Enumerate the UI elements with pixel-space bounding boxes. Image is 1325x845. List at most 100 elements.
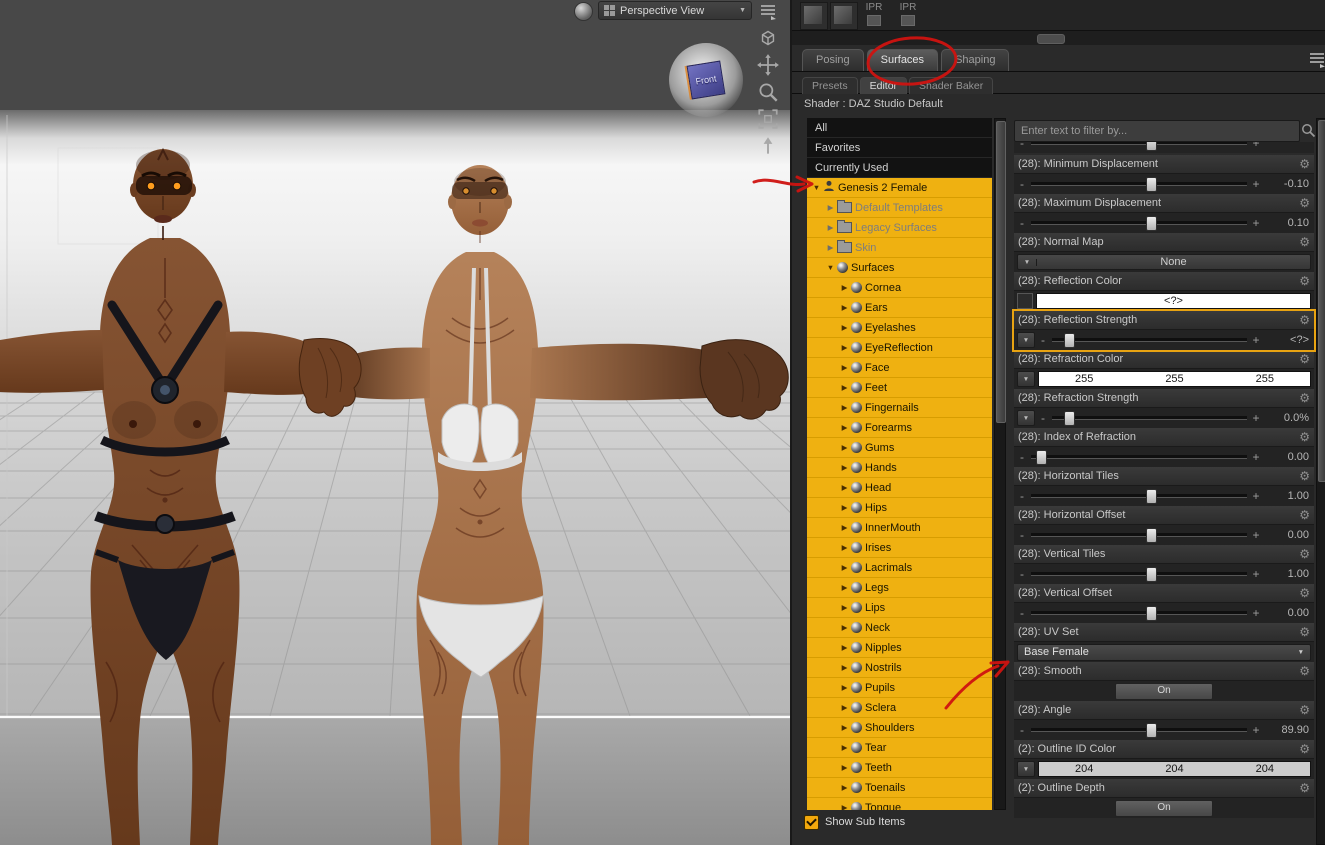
expander-down-icon[interactable]: ▼ [811, 183, 822, 192]
ipr-button-1[interactable]: IPR [858, 2, 890, 28]
slider-handle[interactable] [1145, 528, 1157, 543]
gear-icon[interactable]: ⚙ [1299, 158, 1310, 170]
parameters-scrollbar[interactable] [1316, 118, 1325, 845]
subtab-shader-baker[interactable]: Shader Baker [909, 77, 994, 94]
param-dropdown-button[interactable]: ▼ [1017, 332, 1035, 348]
tree-surface-head[interactable]: ▶ Head [807, 478, 992, 498]
slider-handle[interactable] [1145, 216, 1157, 231]
tree-surface-ears[interactable]: ▶ Ears [807, 298, 992, 318]
subtab-presets[interactable]: Presets [802, 77, 858, 94]
slider-increment[interactable]: + [1251, 142, 1261, 150]
expander-right-icon[interactable]: ▶ [839, 663, 850, 672]
gear-icon[interactable]: ⚙ [1299, 665, 1310, 677]
slider-decrement[interactable]: - [1017, 606, 1027, 620]
param-dropdown-button[interactable]: ▼ [1017, 410, 1035, 426]
expander-right-icon[interactable]: ▶ [839, 443, 850, 452]
slider-increment[interactable]: + [1251, 216, 1261, 230]
tree-filter-currently-used[interactable]: Currently Used [807, 158, 992, 178]
slider-increment[interactable]: + [1251, 528, 1261, 542]
tree-surface-hips[interactable]: ▶ Hips [807, 498, 992, 518]
slider-decrement[interactable]: - [1038, 333, 1048, 347]
tree-surface-fingernails[interactable]: ▶ Fingernails [807, 398, 992, 418]
gear-icon[interactable]: ⚙ [1299, 587, 1310, 599]
view-cube-front-face[interactable]: Front [686, 60, 726, 100]
slider-handle[interactable] [1145, 177, 1157, 192]
tree-surface-eyelashes[interactable]: ▶ Eyelashes [807, 318, 992, 338]
slider-decrement[interactable]: - [1017, 723, 1027, 737]
tab-surfaces[interactable]: Surfaces [866, 49, 939, 71]
tree-surface-sclera[interactable]: ▶ Sclera [807, 698, 992, 718]
slider-decrement[interactable]: - [1017, 177, 1027, 191]
slider-track[interactable] [1031, 606, 1247, 621]
tree-group-surfaces[interactable]: ▼ Surfaces [807, 258, 992, 278]
expander-right-icon[interactable]: ▶ [839, 363, 850, 372]
expander-right-icon[interactable]: ▶ [839, 323, 850, 332]
tree-surface-tongue[interactable]: ▶ Tongue [807, 798, 992, 810]
slider-track[interactable] [1031, 177, 1247, 192]
expander-right-icon[interactable]: ▶ [839, 583, 850, 592]
slider-decrement[interactable]: - [1017, 142, 1027, 150]
tree-surface-tear[interactable]: ▶ Tear [807, 738, 992, 758]
slider-decrement[interactable]: - [1017, 528, 1027, 542]
gear-icon[interactable]: ⚙ [1299, 509, 1310, 521]
slider-handle[interactable] [1063, 333, 1075, 348]
tree-group-legacy-surfaces[interactable]: ▶ Legacy Surfaces [807, 218, 992, 238]
scrollbar-thumb[interactable] [1318, 120, 1325, 482]
color-value-bar[interactable]: <?> [1036, 293, 1311, 309]
slider-decrement[interactable]: - [1017, 567, 1027, 581]
expander-right-icon[interactable]: ▶ [839, 763, 850, 772]
tree-surface-teeth[interactable]: ▶ Teeth [807, 758, 992, 778]
show-sub-items-checkbox[interactable] [804, 814, 819, 830]
slider-handle[interactable] [1145, 606, 1157, 621]
expander-right-icon[interactable]: ▶ [839, 643, 850, 652]
scrollbar-thumb[interactable] [1037, 34, 1065, 44]
tree-surface-nipples[interactable]: ▶ Nipples [807, 638, 992, 658]
expander-right-icon[interactable]: ▶ [839, 623, 850, 632]
gear-icon[interactable]: ⚙ [1299, 704, 1310, 716]
tree-surface-toenails[interactable]: ▶ Toenails [807, 778, 992, 798]
tree-surface-forearms[interactable]: ▶ Forearms [807, 418, 992, 438]
slider-track[interactable] [1031, 723, 1247, 738]
gear-icon[interactable]: ⚙ [1299, 743, 1310, 755]
slider-increment[interactable]: + [1251, 606, 1261, 620]
slider-track[interactable] [1031, 450, 1247, 465]
rgb-value-bar[interactable]: 255 255 255 [1038, 371, 1311, 387]
expander-right-icon[interactable]: ▶ [825, 203, 836, 212]
render-preview-button[interactable] [800, 2, 828, 30]
uv-set-select[interactable]: Base Female ▼ [1017, 643, 1311, 661]
slider-track[interactable] [1031, 489, 1247, 504]
tree-surface-lips[interactable]: ▶ Lips [807, 598, 992, 618]
tree-surface-irises[interactable]: ▶ Irises [807, 538, 992, 558]
tree-surface-eyereflection[interactable]: ▶ EyeReflection [807, 338, 992, 358]
expander-right-icon[interactable]: ▶ [839, 703, 850, 712]
subtab-editor[interactable]: Editor [859, 77, 908, 94]
tree-surface-feet[interactable]: ▶ Feet [807, 378, 992, 398]
param-dropdown-button[interactable]: ▼ [1017, 761, 1035, 777]
cube-control-icon[interactable] [756, 26, 780, 50]
tree-surface-gums[interactable]: ▶ Gums [807, 438, 992, 458]
expander-right-icon[interactable]: ▶ [839, 423, 850, 432]
tab-shaping[interactable]: Shaping [941, 49, 1010, 71]
gear-icon[interactable]: ⚙ [1299, 431, 1310, 443]
slider-increment[interactable]: + [1251, 411, 1261, 425]
tree-surface-legs[interactable]: ▶ Legs [807, 578, 992, 598]
gear-icon[interactable]: ⚙ [1299, 236, 1310, 248]
slider-increment[interactable]: + [1251, 333, 1261, 347]
tree-group-skin[interactable]: ▶ Skin [807, 238, 992, 258]
expander-right-icon[interactable]: ▶ [839, 543, 850, 552]
slider-track[interactable] [1052, 411, 1247, 426]
expander-right-icon[interactable]: ▶ [839, 463, 850, 472]
gear-icon[interactable]: ⚙ [1299, 470, 1310, 482]
expander-right-icon[interactable]: ▶ [839, 303, 850, 312]
tree-surface-lacrimals[interactable]: ▶ Lacrimals [807, 558, 992, 578]
filter-input[interactable] [1014, 120, 1300, 142]
tree-scrollbar[interactable] [994, 118, 1006, 810]
expander-right-icon[interactable]: ▶ [839, 743, 850, 752]
expander-right-icon[interactable]: ▶ [839, 783, 850, 792]
expander-right-icon[interactable]: ▶ [839, 403, 850, 412]
slider-track[interactable] [1052, 333, 1247, 348]
slider-decrement[interactable]: - [1017, 450, 1027, 464]
tree-surface-hands[interactable]: ▶ Hands [807, 458, 992, 478]
tree-filter-favorites[interactable]: Favorites [807, 138, 992, 158]
slider-handle[interactable] [1145, 142, 1157, 151]
